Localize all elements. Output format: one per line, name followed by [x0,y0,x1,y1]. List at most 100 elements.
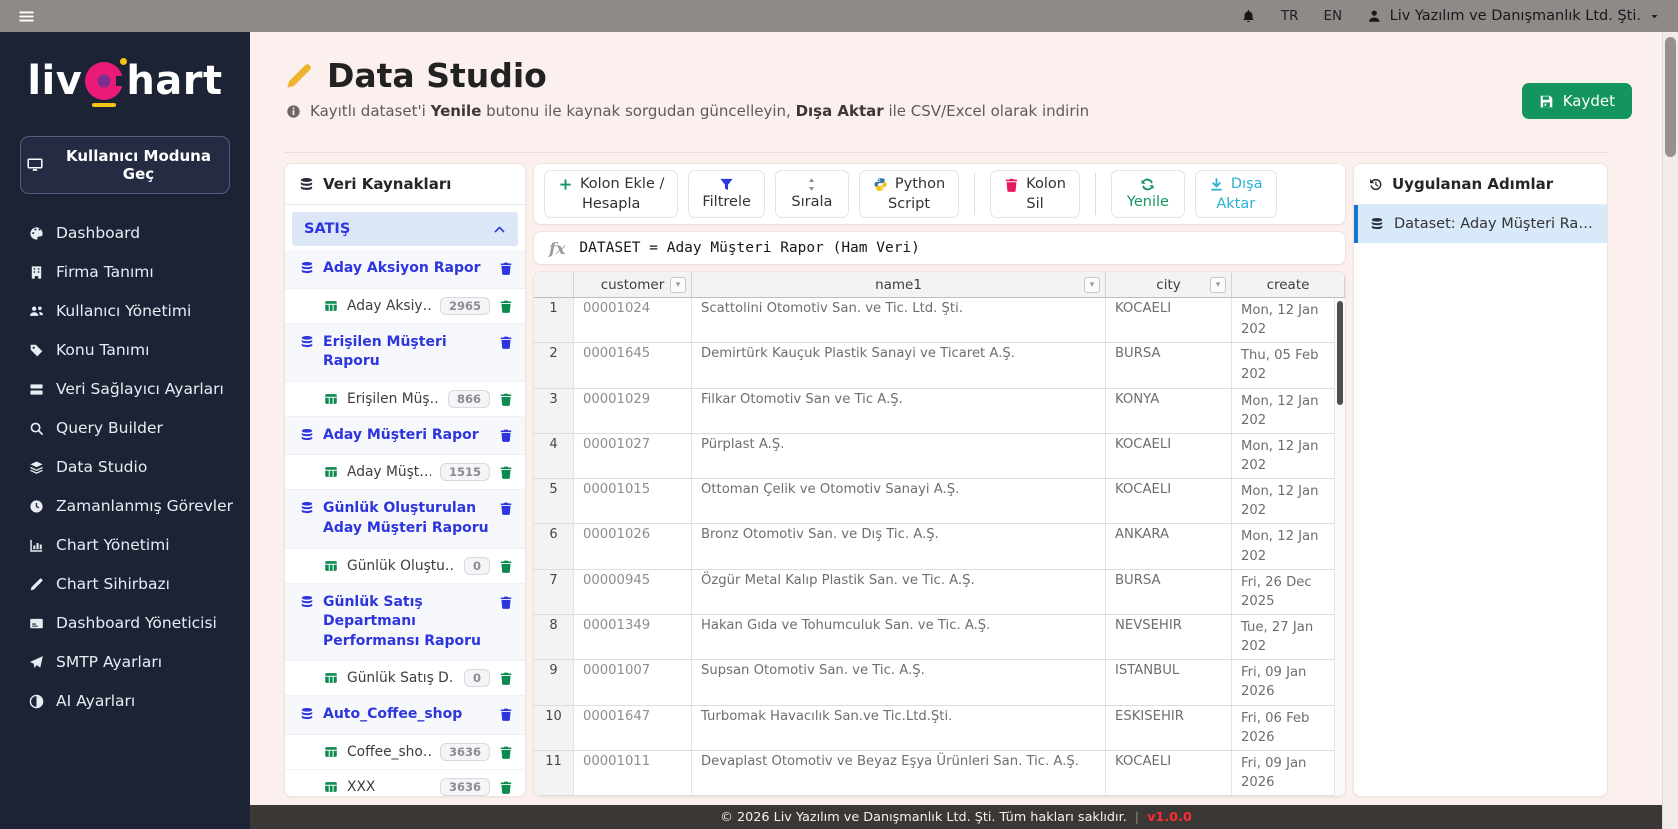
column-header-create[interactable]: create [1232,272,1345,298]
cell-city: BURSA [1106,796,1232,797]
sidebar-item-smtp-ayarlari[interactable]: SMTP Ayarları [27,653,250,671]
sidebar-item-query-builder[interactable]: Query Builder [27,419,250,437]
dataset-toolbar: Kolon Ekle / Hesapla Filtrele Sırala Python S… [533,163,1346,225]
delete-icon[interactable] [499,335,513,349]
sidebar-item-konu-tanimi[interactable]: Konu Tanımı [27,341,250,359]
row-index: 8 [534,614,574,661]
notifications-icon[interactable] [1241,9,1256,24]
button-label: Aktar [1216,195,1256,212]
disa-aktar-button[interactable]: Dışa Aktar [1194,170,1277,218]
lang-en-button[interactable]: EN [1323,8,1342,24]
column-header-customer[interactable]: customer ▾ [574,272,692,298]
table-scrollbar[interactable] [1334,298,1345,796]
sidebar-item-label: Chart Yönetimi [56,536,170,554]
dataset-item[interactable]: XXX 3636 [285,769,525,796]
delete-icon[interactable] [499,707,513,722]
kolon-sil-button[interactable]: Kolon Sil [990,170,1080,218]
window-scrollbar-thumb[interactable] [1665,37,1676,157]
app-logo: liv hart [0,58,250,107]
cell-city: KOCAELI [1106,298,1232,344]
cell-name1: Hakan Gıda ve Tohumculuk San. ve Tic. A.… [692,614,1106,661]
cell-city: KOCAELI [1106,433,1232,480]
yenile-button[interactable]: Yenile [1110,170,1185,218]
cell-name1: Devaplast Otomotiv ve Beyaz Eşya Ürünler… [692,750,1106,796]
delete-icon[interactable] [499,745,513,759]
sidebar-item-veri-saglayici-ayarlari[interactable]: Veri Sağlayıcı Ayarları [27,380,250,398]
sidebar-item-firma-tanimi[interactable]: Firma Tanımı [27,263,250,281]
dataset-item[interactable]: Coffee_sho… 3636 [285,734,525,770]
plus-icon [558,177,573,192]
group-satis[interactable]: SATIŞ [292,212,518,246]
delete-icon[interactable] [499,501,513,516]
sidebar-item-chart-sihirbazi[interactable]: Chart Sihirbazı [27,575,250,593]
table-scrollbar-thumb[interactable] [1337,301,1343,405]
applied-steps-panel: Uygulanan Adımlar Dataset: Aday Müşteri … [1353,163,1608,797]
sidebar-item-label: Query Builder [56,419,163,437]
filtrele-button[interactable]: Filtrele [688,170,765,218]
python-script-button[interactable]: Python Script [858,170,960,218]
source-label: Aday Müşteri Rapor [323,426,479,443]
column-header-name1[interactable]: name1 ▾ [692,272,1106,298]
lang-tr-button[interactable]: TR [1281,8,1299,24]
delete-icon[interactable] [499,261,513,275]
save-label: Kaydet [1562,92,1615,110]
dataset-item[interactable]: Günlük Satış D… 0 [285,661,525,697]
dataset-item[interactable]: Aday Aksiy… 2965 [285,288,525,324]
applied-step[interactable]: Dataset: Aday Müşteri Ra… [1354,205,1607,243]
source-item[interactable]: Erişilen Müşteri Raporu [285,323,525,382]
source-label: Auto_Coffee_shop [323,706,463,723]
cell-customer: 00001007 [574,660,692,706]
filter-icon[interactable]: ▾ [670,277,686,293]
menu-icon[interactable] [18,8,35,25]
delete-icon[interactable] [499,780,513,794]
logo-text-left: liv [27,58,83,104]
delete-icon[interactable] [499,671,513,686]
row-index: 2 [534,343,574,389]
column-header-city[interactable]: city ▾ [1106,272,1232,298]
delete-icon[interactable] [499,465,513,480]
save-button[interactable]: Kaydet [1521,83,1632,119]
column-label: name1 [875,276,922,293]
kolon-ekle-hesapla-button[interactable]: Kolon Ekle / Hesapla [544,170,679,218]
panel-title: Veri Kaynakları [323,175,452,193]
delete-icon[interactable] [499,595,513,609]
source-item[interactable]: Günlük Satış Departmanı Performansı Rapo… [285,583,525,662]
sidebar-item-zamanlanmis-gorevler[interactable]: Zamanlanmış Görevler [27,497,250,515]
source-item[interactable]: Aday Aksiyon Rapor [285,250,525,289]
user-menu[interactable]: Liv Yazılım ve Danışmanlık Ltd. Şti. [1367,8,1660,24]
source-item[interactable]: Günlük Oluşturulan Aday Müşteri Raporu [285,490,525,549]
filter-icon[interactable]: ▾ [1210,277,1226,293]
delete-icon[interactable] [499,559,513,573]
sidebar-item-chart-yonetimi[interactable]: Chart Yönetimi [27,536,250,554]
sirala-button[interactable]: Sırala [774,170,849,218]
table-icon [324,780,338,794]
monitor-icon [27,157,43,173]
sidebar-item-data-studio[interactable]: Data Studio [27,458,250,476]
delete-icon[interactable] [499,392,513,406]
dataset-item[interactable]: Günlük Oluştu… 0 [285,548,525,584]
user-icon [1367,9,1382,24]
filter-icon[interactable]: ▾ [1084,277,1100,293]
source-item[interactable]: Auto_Coffee_shop [285,696,525,735]
row-index: 12 [534,796,574,797]
sidebar-item-kullanici-yonetimi[interactable]: Kullanıcı Yönetimi [27,302,250,320]
table-icon [324,465,338,479]
dataset-item[interactable]: Aday Müşt… 1515 [285,455,525,491]
dataset-item[interactable]: Erişilen Müş… 866 [285,381,525,417]
delete-icon[interactable] [499,299,513,313]
sidebar-item-ai-ayarlari[interactable]: AI Ayarları [27,692,250,710]
user-mode-button[interactable]: Kullanıcı Moduna Geç [20,136,230,194]
dataset-label: Aday Aksiy… [347,297,431,314]
cell-customer: 00001645 [574,343,692,389]
cell-name1: Turbomak Havacılık San.ve Tic.Ltd.Şti. [692,705,1106,751]
button-label: Python [894,175,946,192]
cell-customer: 00001349 [574,614,692,661]
window-scrollbar[interactable] [1662,32,1678,829]
row-count-badge: 866 [447,389,490,408]
sidebar-item-dashboard-yoneticisi[interactable]: Dashboard Yöneticisi [27,614,250,632]
sidebar-item-label: Data Studio [56,458,148,476]
delete-icon[interactable] [499,428,513,442]
button-label: Filtrele [702,193,751,210]
sidebar-item-dashboard[interactable]: Dashboard [27,224,250,242]
source-item[interactable]: Aday Müşteri Rapor [285,416,525,456]
